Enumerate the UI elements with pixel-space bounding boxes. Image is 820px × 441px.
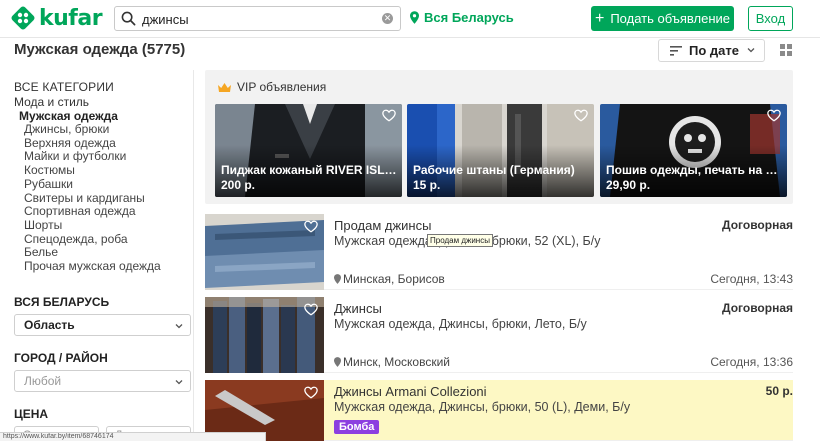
parent-category-link[interactable]: Мода и стиль: [14, 95, 194, 109]
favorite-heart-icon[interactable]: [304, 303, 318, 316]
subcategory-workwear[interactable]: Спецодежда, роба: [14, 232, 194, 247]
sort-select[interactable]: По дате: [658, 39, 765, 62]
favorite-heart-icon[interactable]: [304, 386, 318, 399]
subcategory-other[interactable]: Прочая мужская одежда: [14, 259, 194, 274]
listing-card[interactable]: Продам джинсы Договорная Мужская одежда,…: [205, 214, 793, 290]
region-filter-heading: ВСЯ БЕЛАРУСЬ: [14, 295, 110, 309]
sort-label: По дате: [689, 43, 739, 58]
region-select-value: Область: [24, 318, 75, 332]
subcategory-sweaters[interactable]: Свитеры и кардиганы: [14, 191, 194, 206]
post-ad-button[interactable]: + Подать объявление: [591, 6, 734, 31]
region-label: Вся Беларусь: [424, 10, 514, 25]
chevron-down-icon: [175, 380, 183, 385]
listing-category: Мужская одежда, Джинсы, брюки, 50 (L), Д…: [334, 400, 631, 414]
region-selector[interactable]: Вся Беларусь: [410, 10, 514, 25]
location-pin-icon: [410, 11, 419, 24]
listing-price: 50 р.: [765, 384, 793, 398]
vip-card[interactable]: Пиджак кожаный RIVER ISLAND 200 р.: [215, 104, 402, 197]
logo-text: kufar: [39, 5, 103, 31]
favorite-heart-icon[interactable]: [767, 109, 781, 122]
listing-title[interactable]: Продам джинсы: [334, 218, 431, 233]
vip-section: VIP объявления Пиджак кожаный RIVER ISLA…: [205, 70, 793, 204]
location-pin-icon: [334, 357, 341, 367]
favorite-heart-icon[interactable]: [574, 109, 588, 122]
vip-card-title: Пошив одежды, печать на наших изделиях: [606, 163, 782, 177]
crown-icon: [218, 82, 231, 92]
listing-location-label: Минск, Московский: [343, 355, 451, 369]
plus-icon: +: [594, 9, 605, 27]
listing-price: Договорная: [722, 218, 793, 232]
sidebar-categories: ВСЕ КАТЕГОРИИ Мода и стиль Мужская одежд…: [14, 76, 194, 274]
listing-location-label: Минская, Борисов: [343, 272, 445, 286]
subcategory-shirts[interactable]: Рубашки: [14, 177, 194, 192]
logo[interactable]: kufar: [11, 5, 103, 31]
favorite-heart-icon[interactable]: [382, 109, 396, 122]
listing-title[interactable]: Джинсы Armani Collezioni: [334, 384, 487, 399]
header: kufar ✕ Вся Беларусь + Подать объявление…: [0, 0, 820, 38]
city-select[interactable]: Любой: [14, 370, 191, 392]
listing-card[interactable]: Джинсы Договорная Мужская одежда, Джинсы…: [205, 297, 793, 373]
city-filter-heading: ГОРОД / РАЙОН: [14, 351, 108, 365]
search-icon: [121, 11, 136, 26]
post-ad-label: Подать объявление: [610, 11, 730, 26]
subcategory-shorts[interactable]: Шорты: [14, 218, 194, 233]
subcategory-outerwear[interactable]: Верхняя одежда: [14, 136, 194, 151]
sort-icon: [670, 45, 682, 56]
listing-price: Договорная: [722, 301, 793, 315]
subcategory-suits[interactable]: Костюмы: [14, 163, 194, 178]
listing-date: Сегодня, 13:43: [710, 272, 793, 286]
subcategory-tshirts[interactable]: Майки и футболки: [14, 150, 194, 164]
subcategory-underwear[interactable]: Белье: [14, 246, 194, 260]
region-select[interactable]: Область: [14, 314, 191, 336]
listing-location: Минская, Борисов: [334, 272, 445, 286]
current-category[interactable]: Мужская одежда: [14, 109, 194, 123]
listing-title[interactable]: Джинсы: [334, 301, 382, 316]
search-input[interactable]: [142, 10, 372, 28]
login-button[interactable]: Вход: [748, 6, 793, 31]
grid-view-icon[interactable]: [780, 44, 792, 56]
all-categories-link[interactable]: ВСЕ КАТЕГОРИИ: [14, 80, 194, 95]
subcategory-sportswear[interactable]: Спортивная одежда: [14, 205, 194, 219]
vip-card-title: Рабочие штаны (Германия): [413, 163, 575, 177]
city-select-placeholder: Любой: [24, 374, 62, 388]
location-pin-icon: [334, 274, 341, 284]
listing-location: Минск, Московский: [334, 355, 450, 369]
clear-search-icon[interactable]: ✕: [382, 13, 393, 24]
vip-card[interactable]: Рабочие штаны (Германия) 15 р.: [407, 104, 594, 197]
vip-title: VIP объявления: [218, 80, 326, 94]
vip-card-price: 200 р.: [221, 178, 256, 192]
listing-category: Мужская одежда, Джинсы, брюки, Лето, Б/у: [334, 317, 587, 331]
status-bar-url: https://www.kufar.by/item/68746174: [0, 432, 266, 441]
listing-date: Сегодня, 13:36: [710, 355, 793, 369]
vip-card-title: Пиджак кожаный RIVER ISLAND: [221, 163, 397, 177]
listing-card-highlighted[interactable]: Джинсы Armani Collezioni 50 р. Мужская о…: [205, 380, 793, 441]
price-filter-heading: ЦЕНА: [14, 407, 49, 421]
promo-badge: Бомба: [334, 420, 380, 434]
chevron-down-icon: [175, 324, 183, 329]
vip-title-label: VIP объявления: [237, 80, 327, 94]
chevron-down-icon: [747, 48, 755, 53]
favorite-heart-icon[interactable]: [304, 220, 318, 233]
subcategory-jeans[interactable]: Джинсы, брюки: [14, 122, 194, 137]
vip-card[interactable]: Пошив одежды, печать на наших изделиях 2…: [600, 104, 787, 197]
tooltip: Продам джинсы: [427, 234, 493, 247]
vip-card-price: 29,90 р.: [606, 178, 651, 192]
kufar-logo-icon: [11, 6, 35, 30]
search-box[interactable]: ✕: [114, 6, 401, 31]
vip-card-price: 15 р.: [413, 178, 441, 192]
page-title: Мужская одежда (5775): [14, 41, 186, 58]
